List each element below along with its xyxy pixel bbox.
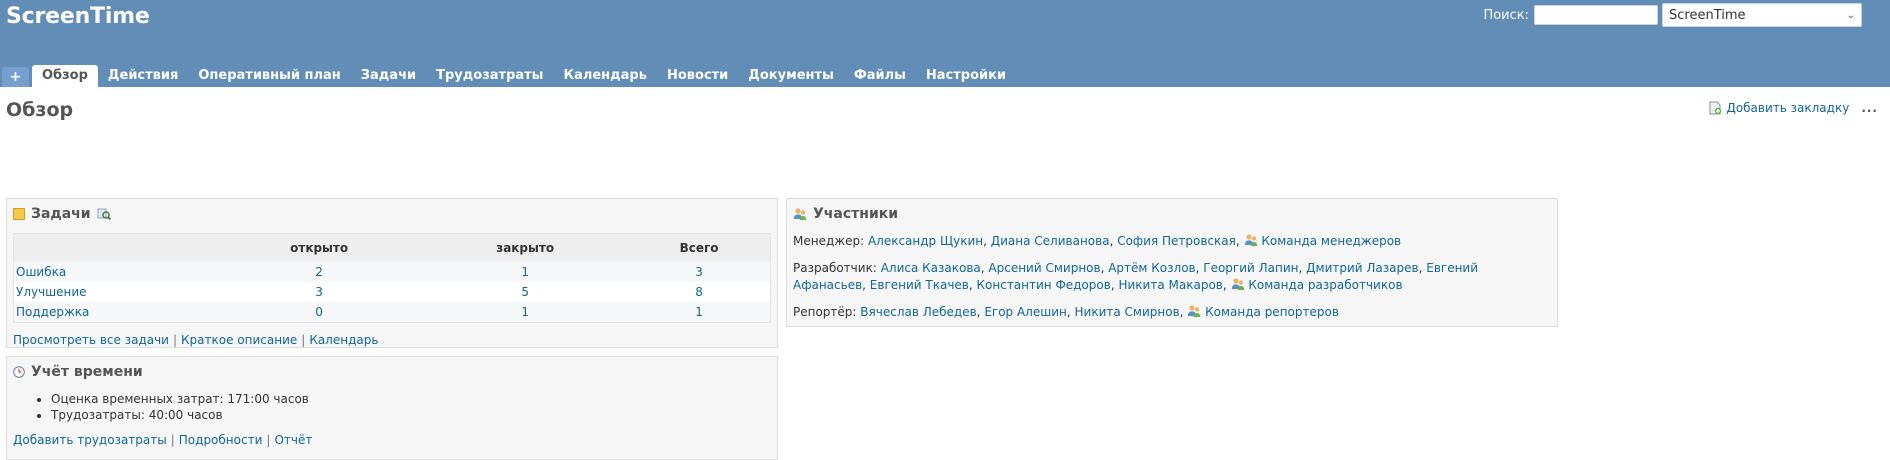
group-icon (1231, 277, 1245, 291)
member-link[interactable]: Александр Щукин (868, 234, 983, 248)
contextual-actions: Добавить закладку ... (1708, 101, 1878, 115)
link-separator: | (172, 333, 178, 347)
member-link[interactable]: Артём Козлов (1108, 261, 1195, 275)
member-link[interactable]: София Петровская (1117, 234, 1236, 248)
closed-count-link[interactable]: 5 (521, 285, 529, 299)
member-link[interactable]: Алиса Казакова (881, 261, 981, 275)
tab-time-entries[interactable]: Трудозатраты (426, 65, 553, 87)
time-box-title: Учёт времени (13, 363, 771, 381)
total-count-link[interactable]: 1 (695, 305, 703, 319)
member-link[interactable]: Никита Макаров (1118, 278, 1222, 292)
role-managers: Менеджер: Александр Щукин, Диана Селиван… (793, 233, 1402, 248)
closed-count-link[interactable]: 1 (521, 305, 529, 319)
new-object-button[interactable]: + (2, 67, 29, 87)
tab-settings[interactable]: Настройки (916, 65, 1016, 87)
filter-search-icon[interactable] (97, 207, 111, 221)
time-links: Добавить трудозатраты | Подробности | Отчёт (13, 433, 771, 447)
closed-count-link[interactable]: 1 (521, 265, 529, 279)
search-label: Поиск: (1483, 7, 1529, 23)
tab-documents[interactable]: Документы (738, 65, 844, 87)
member-link[interactable]: Дмитрий Лазарев (1306, 261, 1418, 275)
role-label: Репортёр: (793, 305, 857, 319)
total-count-link[interactable]: 3 (695, 265, 703, 279)
group-link[interactable]: Команда менеджеров (1261, 234, 1401, 248)
members-box-title: Участники (793, 205, 1551, 223)
group-icon (1187, 304, 1201, 318)
member-link[interactable]: Вячеслав Лебедев (860, 305, 976, 319)
column-header-open: открыто (216, 233, 423, 262)
clock-icon (13, 366, 25, 378)
tab-calendar[interactable]: Календарь (553, 65, 657, 87)
table-row: Поддержка 0 1 1 (13, 302, 771, 323)
members-box: Участники Менеджер: Александр Щукин, Диа… (786, 198, 1558, 327)
app-title[interactable]: ScreenTime (6, 4, 150, 29)
tab-agile-plan[interactable]: Оперативный план (188, 65, 350, 87)
role-label: Менеджер: (793, 234, 865, 248)
link-separator: | (170, 433, 175, 447)
main-menu: + Обзор Действия Оперативный план Задачи… (0, 65, 1016, 87)
search-input[interactable] (1534, 5, 1658, 25)
tracker-link[interactable]: Ошибка (16, 265, 66, 279)
tab-news[interactable]: Новости (657, 65, 738, 87)
tracker-link[interactable]: Поддержка (16, 305, 89, 319)
role-reporters: Репортёр: Вячеслав Лебедев, Егор Алешин,… (793, 304, 1339, 319)
member-link[interactable]: Диана Селиванова (991, 234, 1110, 248)
header: ScreenTime Поиск: ScreenTime ⌄ + Обзор Д… (0, 0, 1890, 87)
issues-table: открыто закрыто Всего Ошибка 2 1 3 Улучш… (13, 233, 771, 323)
group-icon (793, 207, 807, 221)
open-count-link[interactable]: 0 (315, 305, 323, 319)
total-count-link[interactable]: 8 (695, 285, 703, 299)
role-developers: Разработчик: Алиса Казакова, Арсений Сми… (793, 261, 1479, 292)
open-count-link[interactable]: 2 (315, 265, 323, 279)
summary-link[interactable]: Краткое описание (181, 333, 297, 347)
add-bookmark-link[interactable]: Добавить закладку (1726, 101, 1849, 115)
tab-issues[interactable]: Задачи (351, 65, 426, 87)
quick-search: Поиск: ScreenTime ⌄ (1483, 3, 1862, 27)
project-select-value: ScreenTime (1669, 7, 1746, 23)
issues-icon (13, 208, 25, 220)
issues-box: Задачи открыто закрыто Всего Ошибка 2 1 … (6, 198, 778, 348)
group-link[interactable]: Команда репортеров (1205, 305, 1339, 319)
tab-activity[interactable]: Действия (98, 65, 188, 87)
tracker-link[interactable]: Улучшение (16, 285, 87, 299)
member-link[interactable]: Евгений Ткачев (870, 278, 969, 292)
project-jump-select[interactable]: ScreenTime ⌄ (1662, 3, 1862, 27)
column-header-closed: закрыто (422, 233, 629, 262)
member-link[interactable]: Георгий Лапин (1203, 261, 1298, 275)
member-link[interactable]: Никита Смирнов (1075, 305, 1180, 319)
chevron-down-icon: ⌄ (1846, 9, 1855, 21)
calendar-link[interactable]: Календарь (309, 333, 378, 347)
group-icon (1244, 233, 1258, 247)
issues-box-title: Задачи (13, 205, 771, 223)
log-time-link[interactable]: Добавить трудозатраты (13, 433, 167, 447)
member-link[interactable]: Егор Алешин (984, 305, 1067, 319)
time-title-text: Учёт времени (31, 364, 143, 380)
report-link[interactable]: Отчёт (274, 433, 312, 447)
table-row: Ошибка 2 1 3 (13, 262, 771, 282)
group-link[interactable]: Команда разработчиков (1248, 278, 1402, 292)
link-separator: | (266, 433, 271, 447)
column-header-tracker (13, 233, 216, 262)
column-header-total: Всего (628, 233, 771, 262)
table-row: Улучшение 3 5 8 (13, 282, 771, 302)
open-count-link[interactable]: 3 (315, 285, 323, 299)
estimated-time-item: Оценка временных затрат: 171:00 часов (51, 391, 771, 407)
issues-links: Просмотреть все задачи | Краткое описание |… (13, 333, 771, 347)
tab-files[interactable]: Файлы (844, 65, 916, 87)
issues-title-text: Задачи (31, 206, 91, 222)
view-all-issues-link[interactable]: Просмотреть все задачи (13, 333, 169, 347)
spent-time-item: Трудозатраты: 40:00 часов (51, 407, 771, 423)
details-link[interactable]: Подробности (179, 433, 263, 447)
tab-overview[interactable]: Обзор (32, 65, 98, 87)
time-tracking-box: Учёт времени Оценка временных затрат: 17… (6, 356, 778, 460)
member-link[interactable]: Арсений Смирнов (988, 261, 1100, 275)
member-link[interactable]: Константин Федоров (977, 278, 1111, 292)
members-title-text: Участники (813, 206, 899, 222)
bookmark-add-icon (1708, 101, 1722, 115)
page-title: Обзор (6, 99, 74, 121)
more-actions-button[interactable]: ... (1861, 101, 1878, 115)
time-summary-list: Оценка временных затрат: 171:00 часов Тр… (13, 391, 771, 423)
link-separator: | (301, 333, 306, 347)
role-label: Разработчик: (793, 261, 877, 275)
